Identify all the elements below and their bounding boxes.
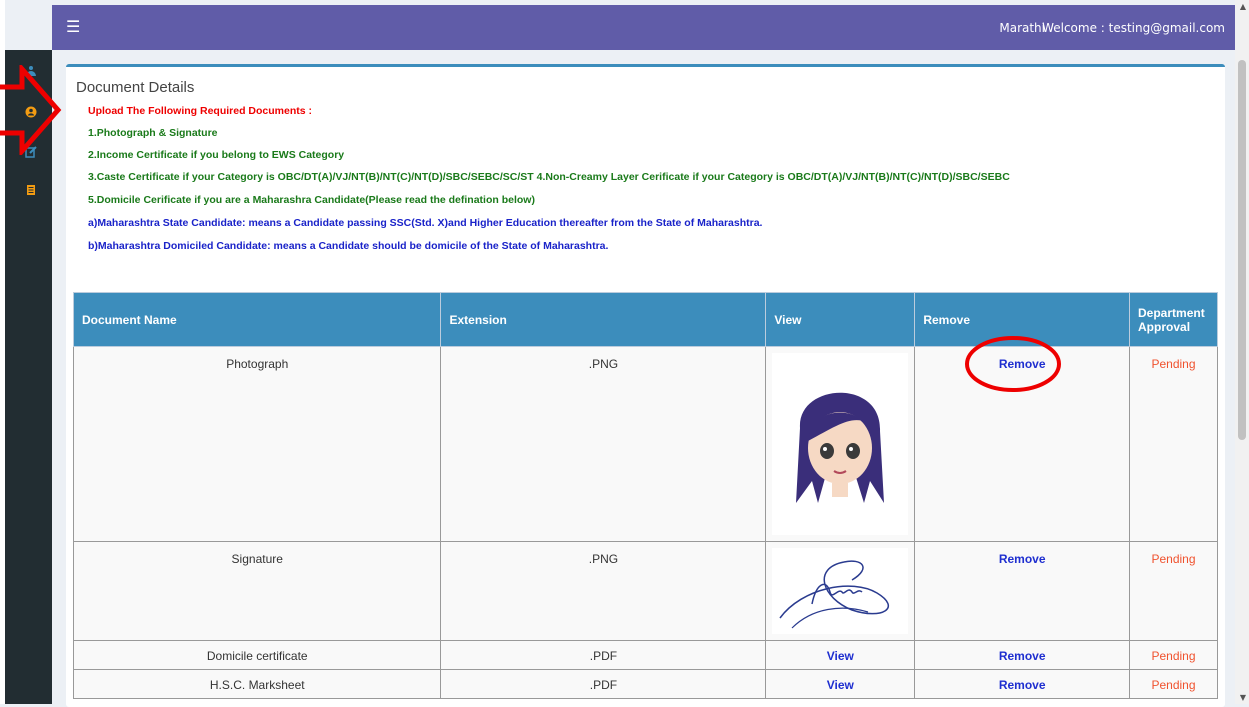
document-name: Photograph bbox=[72, 346, 442, 542]
view-cell: View bbox=[765, 640, 916, 670]
col-department-approval: Department Approval bbox=[1129, 292, 1218, 347]
table-row: Domicile certificate .PDF View Remove Pe… bbox=[72, 640, 1218, 670]
status-badge: Pending bbox=[1151, 552, 1196, 566]
scroll-down-icon[interactable]: ▼ bbox=[1240, 693, 1246, 702]
remove-cell: Remove bbox=[914, 669, 1131, 699]
col-extension: Extension bbox=[440, 292, 767, 347]
remove-link[interactable]: Remove bbox=[999, 649, 1046, 663]
photograph-thumbnail[interactable] bbox=[772, 353, 909, 535]
definition-b: b)Maharashtra Domiciled Candidate: means… bbox=[88, 240, 609, 252]
approval-cell: Pending bbox=[1129, 541, 1218, 641]
requirement-2: 2.Income Certificate if you belong to EW… bbox=[88, 149, 345, 161]
approval-cell: Pending bbox=[1129, 640, 1218, 670]
welcome-user[interactable]: Welcome : testing@gmail.com bbox=[1042, 21, 1225, 35]
requirement-3-4: 3.Caste Certificate if your Category is … bbox=[88, 171, 1010, 183]
approval-cell: Pending bbox=[1129, 669, 1218, 699]
remove-link[interactable]: Remove bbox=[999, 678, 1046, 692]
view-link[interactable]: View bbox=[827, 678, 854, 692]
hamburger-icon[interactable]: ☰ bbox=[66, 18, 80, 36]
col-view: View bbox=[765, 292, 916, 347]
document-name: Signature bbox=[72, 541, 442, 641]
table-row: Signature .PNG Remove Pending bbox=[72, 541, 1218, 641]
view-cell bbox=[765, 541, 916, 641]
document-name: H.S.C. Marksheet bbox=[72, 669, 442, 699]
required-heading: Upload The Following Required Documents … bbox=[88, 105, 313, 117]
view-cell: View bbox=[765, 669, 916, 699]
requirement-1: 1.Photograph & Signature bbox=[88, 127, 218, 139]
definition-a: a)Maharashtra State Candidate: means a C… bbox=[88, 217, 763, 229]
status-badge: Pending bbox=[1151, 678, 1196, 692]
red-arrow-annotation bbox=[0, 65, 62, 155]
document-icon[interactable] bbox=[25, 184, 37, 196]
red-circle-annotation bbox=[965, 336, 1061, 392]
document-extension: .PDF bbox=[440, 669, 767, 699]
remove-link[interactable]: Remove bbox=[999, 552, 1046, 566]
box-title: Document Details bbox=[76, 79, 195, 96]
scrollbar-thumb[interactable] bbox=[1238, 60, 1246, 440]
top-navbar: ☰ Marathi Welcome : testing@gmail.com bbox=[52, 5, 1235, 50]
remove-cell: Remove bbox=[914, 541, 1131, 641]
scroll-up-icon[interactable]: ▲ bbox=[1240, 2, 1246, 11]
page-scrollbar[interactable]: ▲ ▼ bbox=[1235, 0, 1249, 704]
language-link[interactable]: Marathi bbox=[999, 21, 1045, 35]
view-link[interactable]: View bbox=[827, 649, 854, 663]
view-cell bbox=[765, 346, 916, 542]
document-extension: .PNG bbox=[440, 346, 767, 542]
table-row: H.S.C. Marksheet .PDF View Remove Pendin… bbox=[72, 669, 1218, 699]
signature-thumbnail[interactable] bbox=[772, 548, 909, 634]
col-document-name: Document Name bbox=[72, 292, 442, 347]
status-badge: Pending bbox=[1151, 649, 1196, 663]
status-badge: Pending bbox=[1151, 357, 1196, 371]
requirement-5: 5.Domicile Cerificate if you are a Mahar… bbox=[88, 194, 535, 206]
document-name: Domicile certificate bbox=[72, 640, 442, 670]
approval-cell: Pending bbox=[1129, 346, 1218, 542]
document-extension: .PNG bbox=[440, 541, 767, 641]
document-extension: .PDF bbox=[440, 640, 767, 670]
remove-cell: Remove bbox=[914, 640, 1131, 670]
